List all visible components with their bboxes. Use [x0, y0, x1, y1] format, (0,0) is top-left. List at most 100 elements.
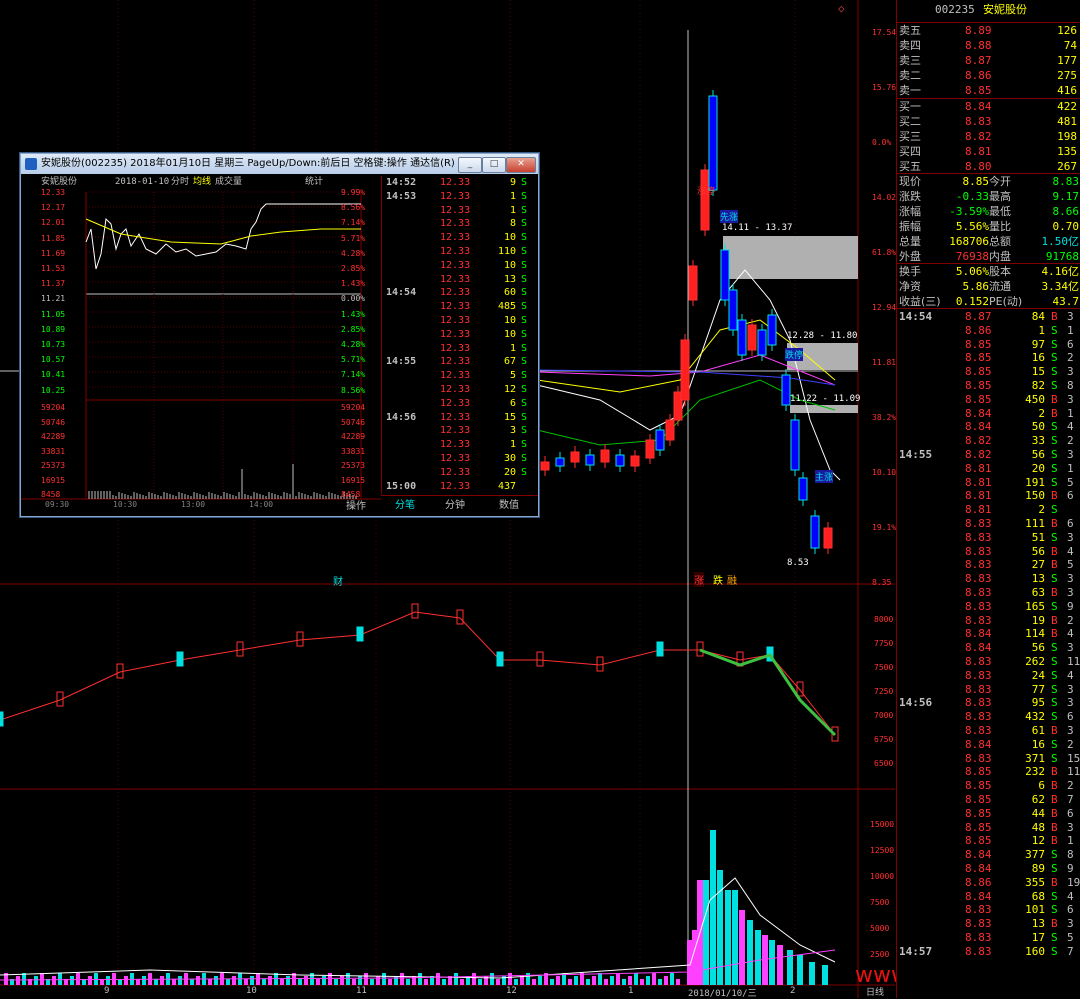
tag-zhuzhang: 主涨 [815, 470, 834, 483]
popup-trade-list[interactable]: 14:52 12.33 9 S 14:53 12.33 1 S 12.33 1 S 12.33 8 S 12… [381, 176, 539, 494]
tick-side: B [1051, 779, 1058, 793]
quote-label: 换手 [899, 265, 921, 278]
main-axis-tick: 38.2% [872, 413, 897, 422]
trade-time: 14:53 [386, 190, 417, 202]
tick-price: 8.83 [965, 710, 992, 724]
vol-axis-tick: 7500 [870, 898, 890, 907]
volume-bar [382, 973, 386, 985]
tick-price: 8.85 [965, 351, 992, 365]
minimize-button[interactable]: _ [458, 157, 482, 173]
quote-label: 外盘 [899, 250, 921, 263]
tick-price: 8.83 [965, 724, 992, 737]
quote-row: 涨幅 -3.59% 最低 8.66 [897, 205, 1080, 219]
diamond-icon[interactable]: ◇ [838, 2, 845, 15]
tick-row: 8.83 19 B 2 [897, 614, 1080, 628]
quote-label: 最高 [989, 190, 1011, 203]
trade-volume: 10 [503, 328, 516, 340]
tab-fenbi[interactable]: 分笔 [395, 496, 415, 516]
quote-row: 现价 8.85 今开 8.83 [897, 175, 1080, 189]
tick-row: 8.83 13 S 3 [897, 572, 1080, 586]
tick-time: 14:56 [899, 696, 933, 710]
tick-volume: 56 [1031, 544, 1045, 558]
quote-panel[interactable]: 002235 安妮股份 卖五 8.89 126 卖四 8.88 74 卖三 8.87 177 卖二… [896, 0, 1080, 998]
date-tick: 1 [628, 986, 634, 996]
popup-titlebar[interactable]: 安妮股份(002235) 2018年01月10日 星期三 PageUp/Down… [21, 154, 538, 174]
close-button[interactable]: ✕ [506, 157, 536, 173]
trade-side: S [521, 370, 528, 382]
tick-price: 8.84 [965, 627, 992, 641]
trade-price: 12.33 [440, 370, 471, 382]
trade-volume: 60 [503, 287, 516, 299]
maximize-button[interactable]: □ [482, 157, 506, 173]
trade-side: S [521, 356, 528, 368]
tick-side: S [1051, 530, 1058, 544]
trade-time: 14:55 [386, 356, 417, 368]
tick-volume: 61 [1031, 724, 1045, 737]
tick-volume: 24 [1031, 668, 1045, 682]
trade-side: S [521, 273, 528, 285]
trade-price: 12.33 [440, 273, 471, 285]
min-price-label: 8.53 [787, 558, 809, 568]
date-tick: 2018/01/10/三 [688, 986, 757, 999]
trade-time: 14:56 [386, 411, 417, 423]
quote-value: 76938 [955, 250, 989, 263]
volume-bar [616, 973, 620, 985]
tick-count: 1 [1067, 323, 1074, 337]
trade-price: 12.33 [440, 397, 471, 409]
trade-side: S [521, 204, 528, 216]
tab-fenzhong[interactable]: 分钟 [445, 496, 465, 516]
tick-row: 14:55 8.82 56 S 3 [897, 448, 1080, 462]
kline-candle [823, 527, 833, 549]
volume-bar [598, 973, 602, 985]
tick-row: 8.83 56 B 4 [897, 545, 1080, 559]
trade-price: 12.33 [440, 287, 471, 299]
volume-bar [822, 965, 828, 985]
tick-side: S [1051, 696, 1058, 710]
popup-left-tick: 59204 [41, 403, 66, 412]
tick-count: 3 [1067, 724, 1074, 737]
tick-volume: 232 [1025, 765, 1045, 779]
popup-right-tick: 4.28% [341, 248, 366, 258]
intraday-popup-window[interactable]: 安妮股份(002235) 2018年01月10日 星期三 PageUp/Down… [20, 153, 539, 517]
tick-volume: 114 [1025, 627, 1045, 641]
order-label: 买五 [899, 160, 921, 173]
popup-left-tick: 10.89 [41, 324, 66, 334]
tick-side: S [1051, 420, 1058, 434]
tick-price: 8.81 [965, 461, 992, 475]
popup-right-tick: 16915 [341, 475, 366, 485]
tick-count: 4 [1067, 668, 1074, 682]
tick-side: S [1051, 944, 1058, 958]
tab-shuzhi[interactable]: 数值 [499, 496, 519, 516]
order-price: 8.81 [965, 145, 992, 158]
divider [897, 98, 1080, 99]
tick-price: 8.86 [965, 875, 992, 889]
tick-side: S [1051, 475, 1058, 489]
popup-intraday-chart[interactable] [21, 174, 381, 515]
tick-row: 8.85 12 B 1 [897, 834, 1080, 848]
popup-right-tick: 9.99% [341, 188, 366, 197]
trade-side: S [521, 342, 528, 354]
tick-row: 14:56 8.83 95 S 3 [897, 696, 1080, 710]
trade-price: 12.33 [440, 328, 471, 340]
main-axis-tick: 14.02 [872, 193, 897, 202]
tick-side: S [1051, 641, 1058, 655]
indicator-candle [656, 641, 664, 657]
tick-price: 8.83 [965, 751, 992, 765]
tick-count: 6 [1067, 806, 1074, 820]
ind-axis-tick: 7500 [874, 663, 894, 672]
quote-label: 涨幅 [899, 205, 921, 218]
volume-bar [34, 976, 38, 985]
tick-price: 8.83 [965, 682, 992, 696]
popup-right-tick: 1.43% [341, 309, 366, 319]
bottom-tag-die: 跌 [713, 576, 723, 587]
trade-row: 12.33 6 S [382, 397, 537, 411]
tick-volume: 101 [1025, 903, 1045, 917]
main-axis-tick: 0.0% [872, 138, 892, 147]
popup-operate-button[interactable]: 操作 [346, 497, 366, 512]
tick-row: 8.85 16 S 2 [897, 351, 1080, 365]
tick-count: 2 [1067, 434, 1074, 448]
tick-side: S [1051, 503, 1058, 517]
popup-right-tick: 4.28% [341, 340, 366, 349]
tag-zhangting: 涨停 [697, 187, 716, 197]
trade-row: 12.33 10 S [382, 328, 537, 342]
